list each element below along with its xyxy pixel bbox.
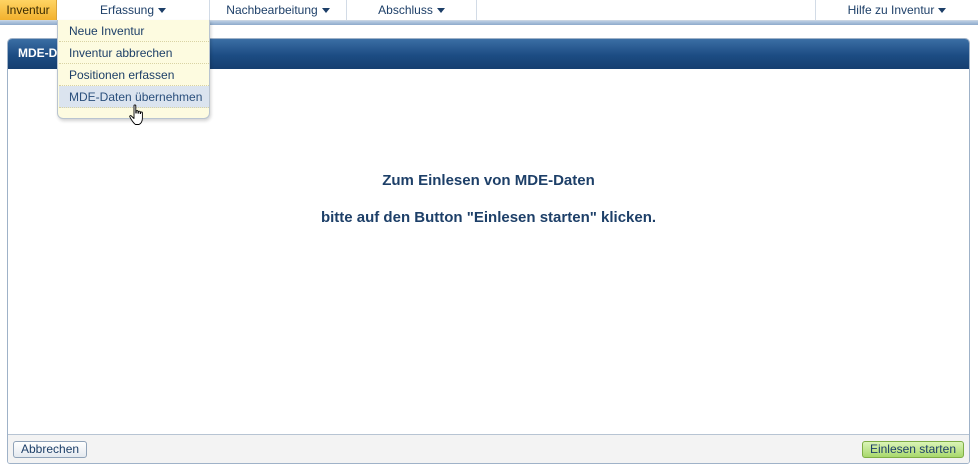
dropdown-item-neue-inventur[interactable]: Neue Inventur — [59, 20, 209, 42]
dropdown-item-label: MDE-Daten übernehmen — [69, 90, 203, 104]
instruction-line-2: bitte auf den Button "Einlesen starten" … — [320, 209, 657, 226]
menu-inventur-label: Inventur — [6, 3, 50, 17]
dropdown-item-label: Inventur abbrechen — [69, 46, 173, 60]
menu-inventur[interactable]: Inventur — [0, 0, 57, 20]
menu-abschluss[interactable]: Abschluss — [347, 0, 477, 20]
menu-erfassung-label: Erfassung — [99, 3, 155, 17]
menu-abschluss-label: Abschluss — [378, 3, 433, 17]
menu-hilfe[interactable]: Hilfe zu Inventur — [815, 0, 978, 20]
menu-nachbearbeitung-label: Nachbearbeitung — [226, 3, 318, 17]
menu-erfassung[interactable]: Erfassung — [57, 0, 210, 20]
erfassung-dropdown: Neue Inventur Inventur abbrechen Positio… — [57, 20, 210, 119]
chevron-down-icon — [436, 8, 445, 14]
chevron-down-icon — [321, 8, 330, 14]
chevron-down-icon — [938, 8, 947, 14]
chevron-down-icon — [158, 8, 167, 14]
start-import-button[interactable]: Einlesen starten — [861, 441, 964, 458]
dropdown-item-positionen-erfassen[interactable]: Positionen erfassen — [59, 64, 209, 86]
instruction-line-1: Zum Einlesen von MDE-Daten — [382, 172, 595, 189]
menubar: Inventur Erfassung Nachbearbeitung Absch… — [0, 0, 978, 21]
dropdown-item-inventur-abbrechen[interactable]: Inventur abbrechen — [59, 42, 209, 64]
menu-hilfe-label: Hilfe zu Inventur — [847, 3, 935, 17]
panel-footer: Abbrechen Einlesen starten — [8, 434, 969, 463]
dropdown-item-mde-daten-uebernehmen[interactable]: MDE-Daten übernehmen — [59, 86, 209, 108]
dropdown-item-label: Positionen erfassen — [69, 68, 175, 82]
cancel-button[interactable]: Abbrechen — [13, 441, 88, 458]
menu-nachbearbeitung[interactable]: Nachbearbeitung — [210, 0, 347, 20]
dropdown-item-label: Neue Inventur — [69, 24, 145, 38]
